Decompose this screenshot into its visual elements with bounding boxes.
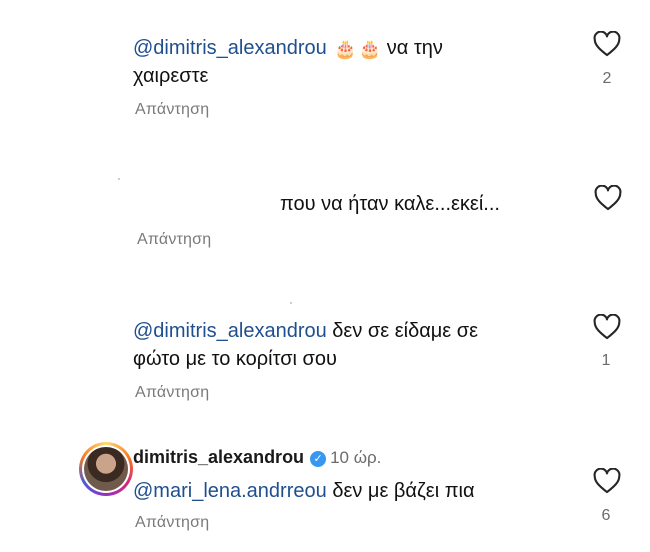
username[interactable]: dimitris_alexandrou (133, 447, 304, 467)
verified-badge-icon: ✓ (310, 451, 327, 467)
comment-1-text: @dimitris_alexandrou 🎂 🎂 να την χαιρεστε (133, 34, 553, 90)
comment-text: δεν σε είδαμε σε (332, 320, 479, 342)
reply-button[interactable]: Απάντηση (135, 384, 209, 402)
avatar-photo (84, 447, 128, 491)
comment-3-text: @dimitris_alexandrou δεν σε είδαμε σε φώ… (133, 317, 553, 373)
mention-link[interactable]: @dimitris_alexandrou (133, 320, 327, 342)
heart-icon[interactable] (594, 185, 622, 211)
reply-button[interactable]: Απάντηση (137, 231, 211, 249)
comment-text: να την (386, 37, 443, 59)
comment-2-text: που να ήταν καλε...εκεί... (280, 193, 500, 215)
like-count: 1 (601, 352, 611, 369)
birthday-cake-icon: 🎂 (358, 39, 382, 59)
heart-icon[interactable] (593, 314, 621, 340)
heart-icon[interactable] (593, 468, 621, 494)
reply-button[interactable]: Απάντηση (135, 101, 209, 119)
comment-text-line2: χαιρεστε (133, 65, 209, 87)
reply-button[interactable]: Απάντηση (135, 514, 209, 532)
avatar[interactable] (79, 442, 133, 496)
timestamp: 10 ώρ. (330, 448, 382, 467)
comment-text: δεν με βάζει πια (332, 480, 475, 502)
heart-icon[interactable] (593, 31, 621, 57)
artifact-dot (118, 178, 120, 180)
mention-link[interactable]: @mari_lena.andrreou (133, 480, 327, 502)
like-count: 2 (602, 70, 612, 87)
comment-4-header: dimitris_alexandrou ✓ 10 ώρ. (133, 447, 381, 468)
mention-link[interactable]: @dimitris_alexandrou (133, 37, 327, 59)
comment-text-line2: φώτο με το κορίτσι σου (133, 348, 337, 370)
birthday-cake-icon: 🎂 (334, 39, 357, 59)
like-count: 6 (601, 507, 611, 524)
artifact-dot (290, 302, 292, 304)
comment-4-text: @mari_lena.andrreou δεν με βάζει πια (133, 477, 475, 505)
